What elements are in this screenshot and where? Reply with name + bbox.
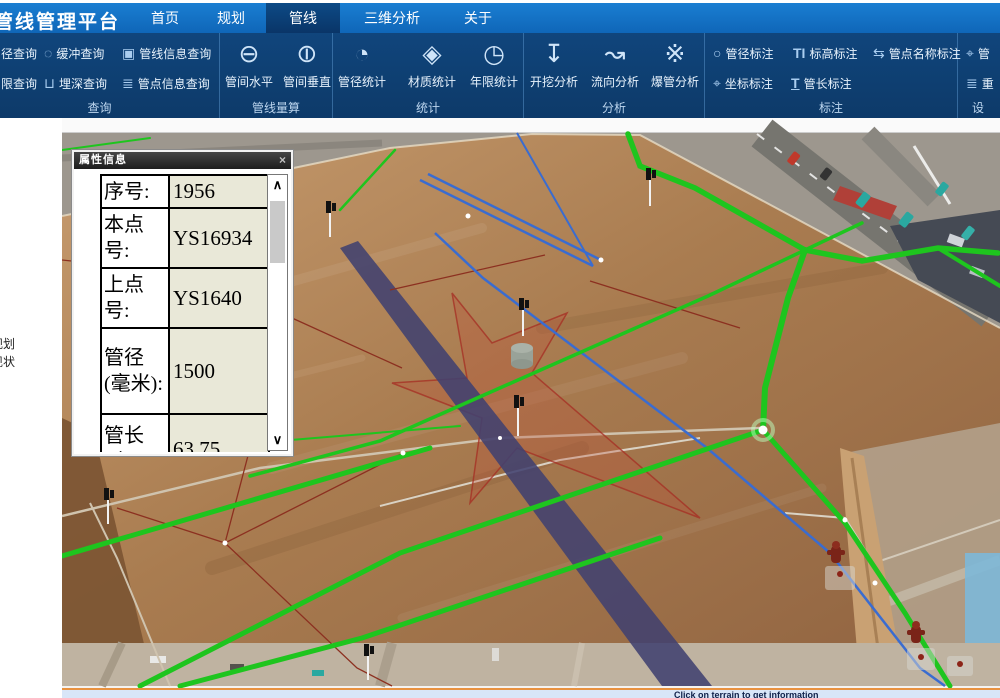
age-stats-button[interactable]: ◷ 年限统计	[465, 39, 523, 90]
cylinder-marker	[511, 343, 533, 369]
loop-arrows-icon: ⇆	[873, 46, 885, 60]
scroll-down-icon[interactable]: ∨	[268, 432, 287, 448]
material-stats-button[interactable]: ◈ 材质统计	[403, 39, 461, 90]
cube-icon: ▣	[122, 46, 135, 60]
dialog-title: 属性信息	[79, 154, 127, 166]
coordinate-label-button[interactable]: ⌖坐标标注	[713, 73, 773, 93]
layers-button[interactable]: ≣重	[966, 73, 994, 93]
table-row: 上点号: YS1640	[101, 268, 269, 328]
crosshair-icon: ⌖	[966, 46, 974, 60]
layers-icon: ≣	[966, 76, 978, 90]
status-message: Click on terrain to get information	[674, 690, 819, 698]
table-row: 管长(米): 63.75	[101, 414, 269, 452]
burst-analysis-button[interactable]: ※ 爆管分析	[646, 39, 704, 90]
length-label-button[interactable]: T管长标注	[791, 73, 852, 93]
table-row: 序号: 1956	[101, 175, 269, 208]
diameter-label-button[interactable]: ○管径标注	[713, 43, 773, 63]
burst-icon: ※	[646, 39, 704, 69]
close-icon[interactable]: ×	[279, 152, 287, 169]
attribute-info-dialog[interactable]: 属性信息 × 序号: 1956 本点号: YS16934 上点号: YS1640…	[72, 150, 293, 456]
status-bar: Click on terrain to get information	[62, 688, 1000, 698]
t-underline-icon: T	[791, 76, 800, 90]
attr-label: 管长(米):	[101, 414, 169, 452]
group-label-statistics: 统计	[333, 99, 523, 116]
buffer-icon: ◌	[44, 46, 52, 60]
depth-u-icon: ⊔	[44, 76, 55, 90]
attr-label: 上点号:	[101, 268, 169, 328]
excavation-analysis-button[interactable]: ↧ 开挖分析	[525, 39, 583, 90]
gauge-icon: ◔	[333, 39, 391, 69]
tree-item-planning[interactable]: 规划	[0, 335, 15, 352]
attr-label: 管径(毫米):	[101, 328, 169, 414]
diamond-icon: ◈	[403, 39, 461, 69]
attr-value: YS1640	[169, 268, 269, 328]
flow-analysis-button[interactable]: ↝ 流向分析	[586, 39, 644, 90]
ribbon-group-statistics: ◔ 管径统计 ◈ 材质统计 ◷ 年限统计 统计	[333, 33, 524, 118]
attr-label: 本点号:	[101, 208, 169, 268]
circle-icon: ○	[713, 46, 721, 60]
ribbon-toolbar: 径查询 ◌缓冲查询 ▣管线信息查询 限查询 ⊔埋深查询 ≣管点信息查询 查询 ⊖…	[0, 33, 1000, 118]
table-row: 本点号: YS16934	[101, 208, 269, 268]
limit-query-button[interactable]: 限查询	[1, 73, 37, 93]
layer-tree-sidebar: 规划 现状	[0, 118, 63, 698]
menu-planning[interactable]: 规划	[209, 3, 253, 33]
dialog-body: 序号: 1956 本点号: YS16934 上点号: YS1640 管径(毫米)…	[74, 169, 291, 452]
circle-horizontal-icon: ⊖	[220, 39, 278, 69]
ribbon-group-analysis: ↧ 开挖分析 ↝ 流向分析 ※ 爆管分析 分析	[524, 33, 705, 118]
group-label-measure: 管线量算	[220, 99, 332, 116]
depth-query-button[interactable]: ⊔埋深查询	[44, 73, 107, 93]
attr-label: 序号:	[101, 175, 169, 208]
tree-item-current[interactable]: 现状	[0, 353, 15, 370]
app-window: 管线管理平台 首页 规划 管线 三维分析 关于 径查询 ◌缓冲查询 ▣管线信息查…	[0, 0, 1000, 698]
table-row: 管径(毫米): 1500	[101, 328, 269, 414]
menu-3d-analysis[interactable]: 三维分析	[354, 3, 430, 33]
point-name-label-button[interactable]: ⇆管点名称标注	[873, 43, 961, 63]
dialog-title-bar[interactable]: 属性信息 ×	[74, 152, 291, 169]
group-label-analysis: 分析	[524, 99, 704, 116]
ti-icon: TI	[793, 46, 805, 60]
scroll-thumb[interactable]	[270, 201, 285, 263]
crosshair-icon: ⌖	[713, 76, 721, 90]
menu-about[interactable]: 关于	[456, 3, 500, 33]
buffer-query-button[interactable]: ◌缓冲查询	[44, 43, 104, 63]
pipe-settings-button[interactable]: ⌖管	[966, 43, 990, 63]
pipeline-info-query-button[interactable]: ▣管线信息查询	[122, 43, 211, 63]
group-label-settings: 设	[958, 99, 1000, 116]
elevation-label-button[interactable]: TI标高标注	[793, 43, 857, 63]
attr-value: YS16934	[169, 208, 269, 268]
circle-vertical-icon: ⊖	[292, 25, 322, 83]
scroll-up-icon[interactable]: ∧	[268, 177, 287, 193]
dialog-scrollbar[interactable]: ∧ ∨	[267, 174, 288, 451]
scene-top-strip	[62, 118, 1000, 133]
ribbon-group-annotation: ○管径标注 TI标高标注 ⇆管点名称标注 ⌖坐标标注 T管长标注 标注	[705, 33, 958, 118]
clock-icon: ◷	[465, 39, 523, 69]
menu-home[interactable]: 首页	[143, 3, 187, 33]
app-title: 管线管理平台	[0, 7, 120, 34]
attr-value: 1500	[169, 328, 269, 414]
excavator-icon: ↧	[525, 39, 583, 69]
group-label-query: 查询	[0, 99, 209, 116]
diameter-query-button[interactable]: 径查询	[1, 43, 37, 63]
diameter-stats-button[interactable]: ◔ 管径统计	[333, 39, 391, 90]
attr-value: 63.75	[169, 414, 269, 452]
list-icon: ≣	[122, 76, 134, 90]
horizontal-distance-button[interactable]: ⊖ 管间水平	[220, 39, 278, 90]
flow-arrow-icon: ↝	[586, 39, 644, 69]
attr-value: 1956	[169, 175, 269, 208]
attribute-table: 序号: 1956 本点号: YS16934 上点号: YS1640 管径(毫米)…	[100, 174, 270, 452]
ribbon-group-measure: ⊖ 管间水平 ⊖ 管间垂直 管线量算	[220, 33, 333, 118]
ribbon-group-query: 径查询 ◌缓冲查询 ▣管线信息查询 限查询 ⊔埋深查询 ≣管点信息查询 查询	[0, 33, 220, 118]
point-info-query-button[interactable]: ≣管点信息查询	[122, 73, 210, 93]
ribbon-group-settings: ⌖管 ≣重 设	[958, 33, 1000, 118]
group-label-annotation: 标注	[705, 99, 957, 116]
menu-bar: 管线管理平台 首页 规划 管线 三维分析 关于	[0, 3, 1000, 33]
vertical-distance-button[interactable]: ⊖ 管间垂直	[278, 39, 336, 90]
